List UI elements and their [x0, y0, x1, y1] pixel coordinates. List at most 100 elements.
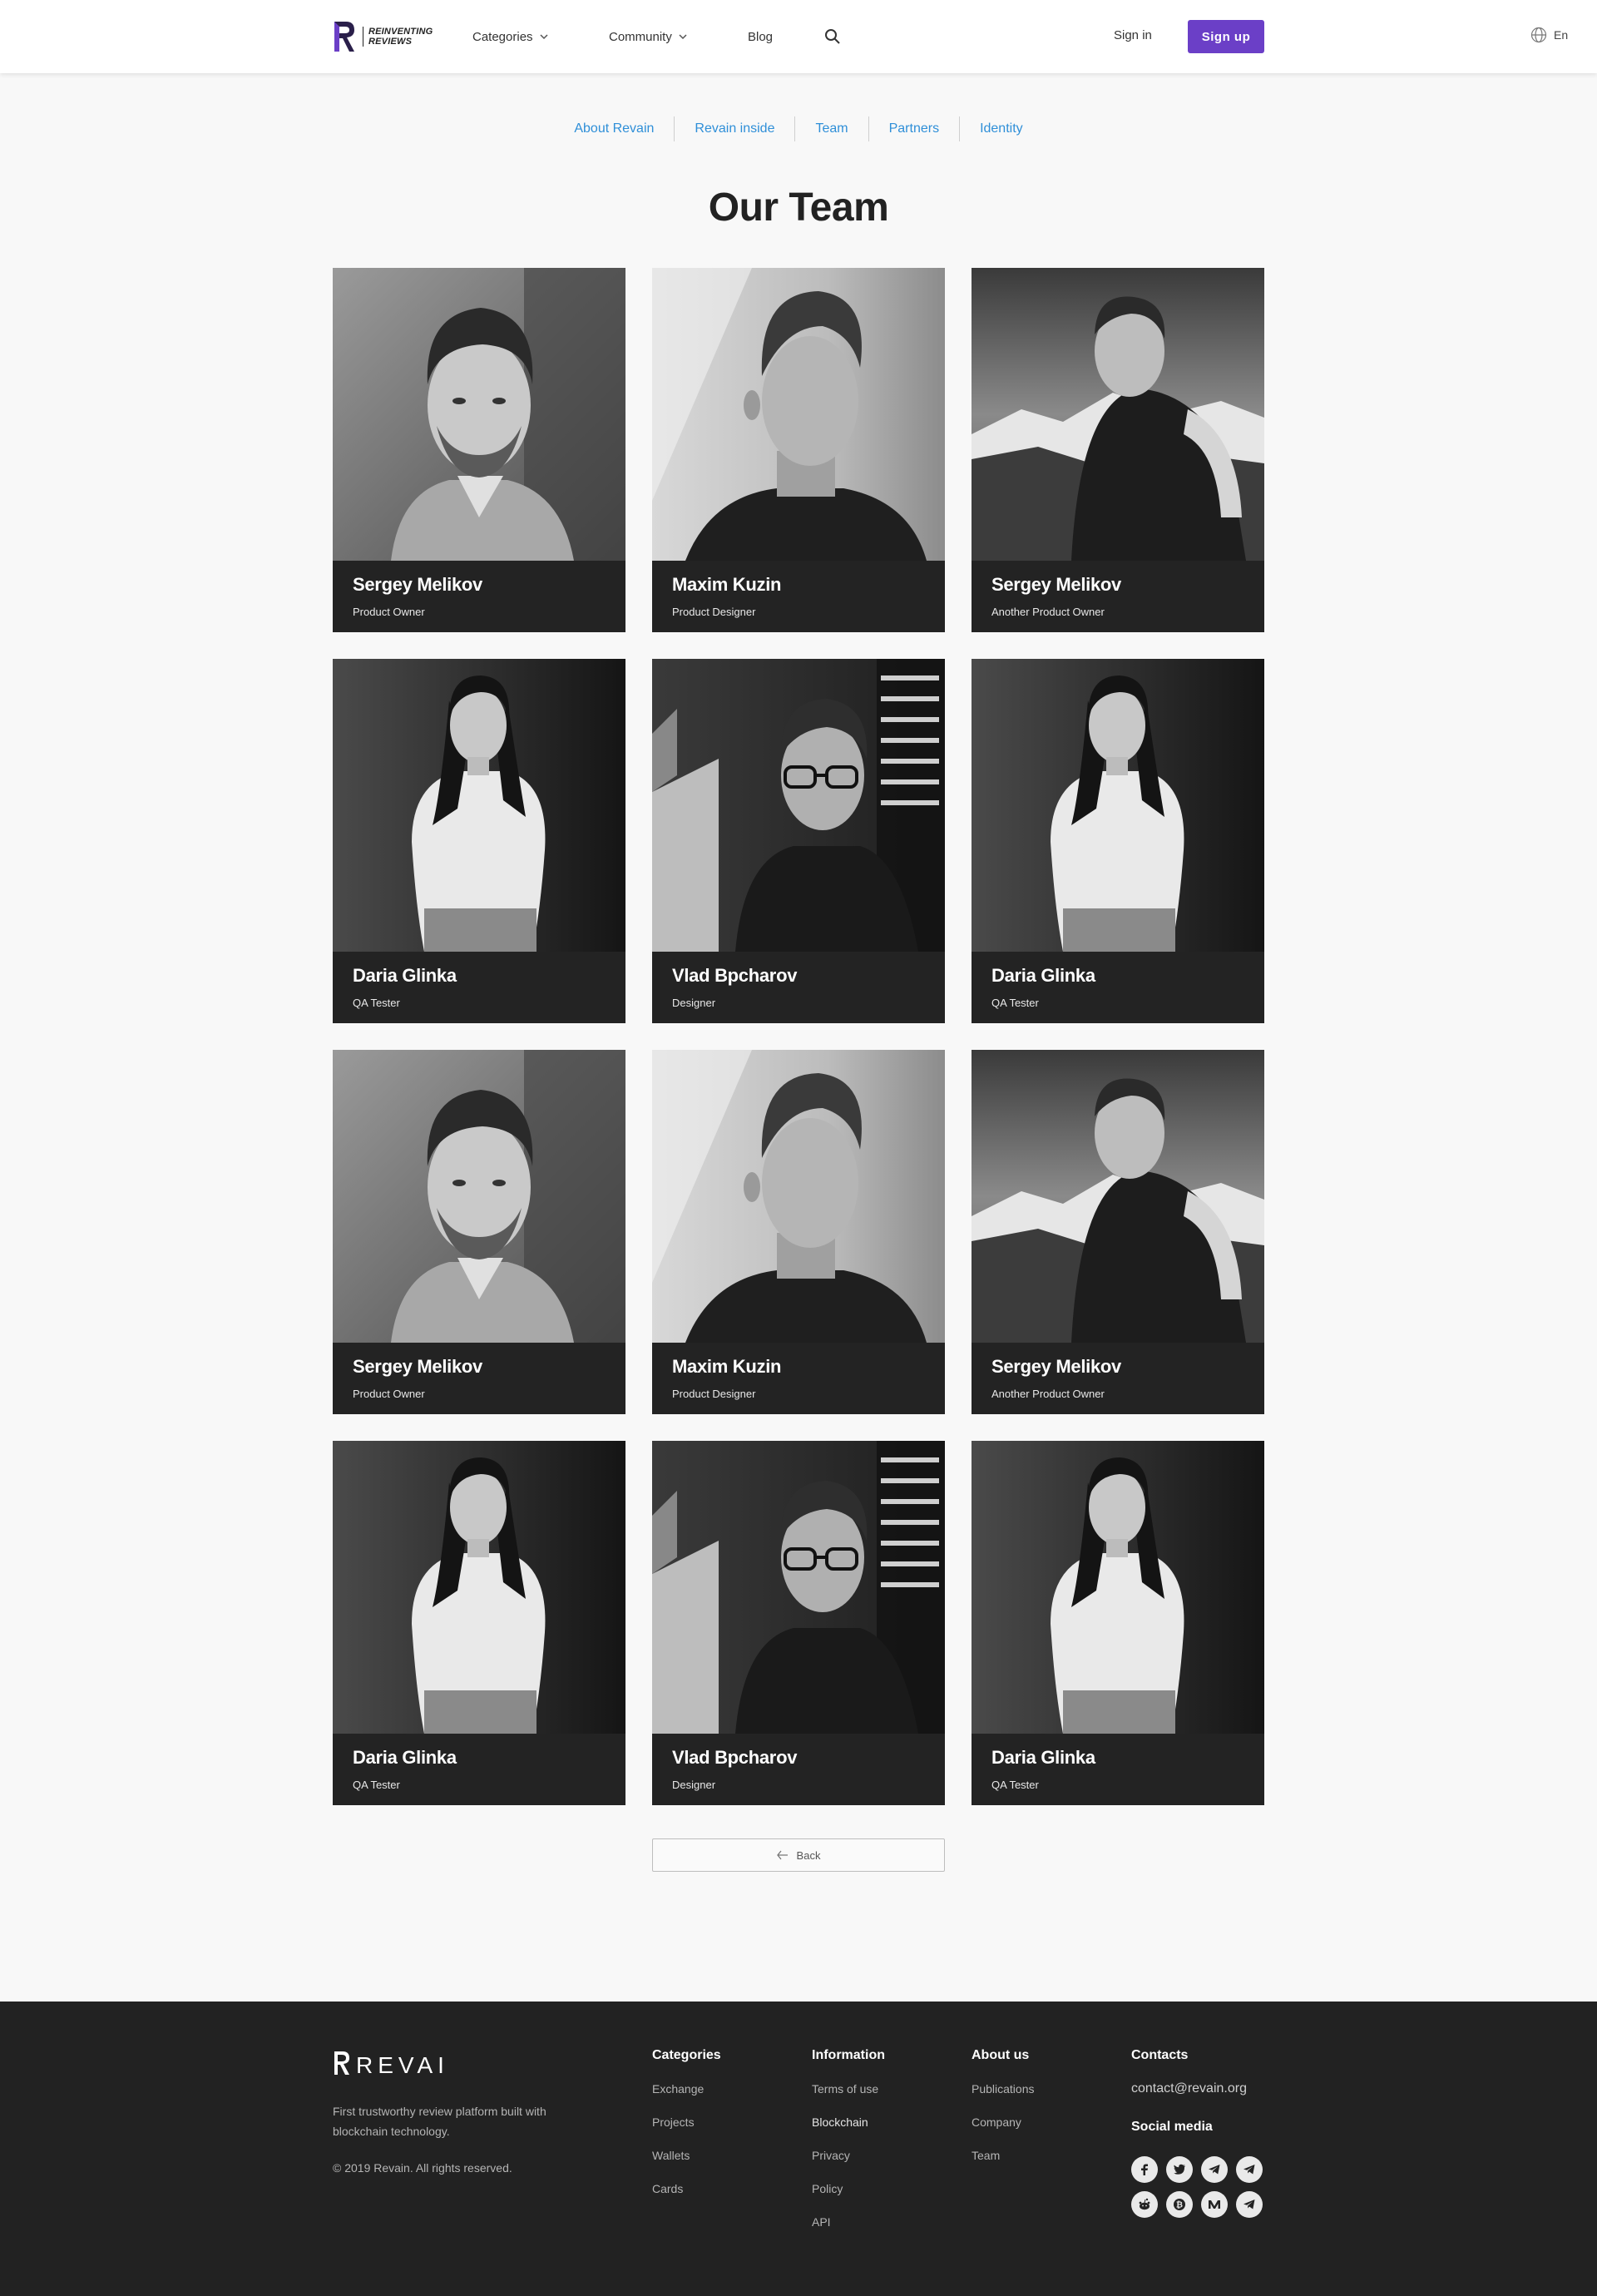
team-member-photo	[652, 659, 945, 952]
nav-blog[interactable]: Blog	[748, 30, 773, 44]
signin-link[interactable]: Sign in	[1114, 28, 1152, 42]
subnav-identity[interactable]: Identity	[959, 116, 1043, 141]
team-grid: Sergey Melikov Product Owner Maxim Kuzin…	[333, 268, 1264, 1805]
team-member-role: QA Tester	[353, 997, 400, 1009]
team-member-photo	[333, 1050, 625, 1343]
team-member-card[interactable]: Sergey Melikov Another Product Owner	[972, 268, 1264, 632]
team-member-info: Sergey Melikov Product Owner	[333, 561, 625, 632]
nav-community-label: Community	[609, 29, 672, 44]
team-member-role: Product Owner	[353, 1388, 425, 1400]
team-member-role: Designer	[672, 997, 716, 1009]
team-member-photo	[652, 268, 945, 561]
team-member-name: Sergey Melikov	[991, 1356, 1121, 1377]
team-member-name: Maxim Kuzin	[672, 1356, 782, 1377]
footer-link-privacy[interactable]: Privacy	[812, 2148, 885, 2181]
team-member-name: Daria Glinka	[991, 1747, 1095, 1768]
footer-link-terms[interactable]: Terms of use	[812, 2081, 885, 2115]
team-member-photo	[333, 268, 625, 561]
nav-categories[interactable]: Categories	[472, 30, 548, 44]
telegram-icon[interactable]	[1236, 2191, 1263, 2218]
telegram-icon[interactable]	[1236, 2156, 1263, 2183]
team-member-card[interactable]: Maxim Kuzin Product Designer	[652, 1050, 945, 1414]
team-member-name: Vlad Bpcharov	[672, 1747, 798, 1768]
team-member-info: Daria Glinka QA Tester	[333, 1734, 625, 1805]
footer-email-link[interactable]: contact@revain.org	[1131, 2081, 1263, 2096]
team-member-name: Maxim Kuzin	[672, 574, 782, 595]
team-member-role: QA Tester	[991, 997, 1039, 1009]
nav-community[interactable]: Community	[609, 30, 687, 44]
facebook-icon[interactable]	[1131, 2156, 1158, 2183]
team-member-info: Sergey Melikov Another Product Owner	[972, 561, 1264, 632]
footer-link-team[interactable]: Team	[972, 2148, 1035, 2181]
footer-link-publications[interactable]: Publications	[972, 2081, 1035, 2115]
footer-link-projects[interactable]: Projects	[652, 2115, 721, 2148]
site-logo[interactable]: REINVENTING REVIEWS	[333, 20, 433, 53]
subnav-revain-inside[interactable]: Revain inside	[674, 116, 794, 141]
footer-link-api[interactable]: API	[812, 2214, 885, 2248]
revain-wordmark: REVAIN	[334, 2051, 466, 2078]
footer-link-cards[interactable]: Cards	[652, 2181, 721, 2214]
footer-social-heading: Social media	[1131, 2120, 1213, 2134]
logo-tagline: REINVENTING REVIEWS	[363, 27, 433, 47]
team-member-card[interactable]: Daria Glinka QA Tester	[972, 659, 1264, 1023]
subnav-partners[interactable]: Partners	[868, 116, 959, 141]
footer-link-exchange[interactable]: Exchange	[652, 2081, 721, 2115]
team-member-card[interactable]: Sergey Melikov Product Owner	[333, 268, 625, 632]
team-member-name: Sergey Melikov	[353, 1356, 482, 1377]
twitter-icon[interactable]	[1166, 2156, 1193, 2183]
team-member-info: Maxim Kuzin Product Designer	[652, 1343, 945, 1414]
team-member-card[interactable]: Vlad Bpcharov Designer	[652, 1441, 945, 1805]
language-label: En	[1554, 28, 1569, 42]
nav-categories-label: Categories	[472, 29, 533, 44]
team-member-photo	[652, 1050, 945, 1343]
back-label: Back	[796, 1848, 821, 1862]
team-member-name: Sergey Melikov	[353, 574, 482, 595]
team-member-info: Daria Glinka QA Tester	[972, 1734, 1264, 1805]
signup-button[interactable]: Sign up	[1188, 20, 1264, 53]
team-member-info: Daria Glinka QA Tester	[972, 952, 1264, 1023]
team-member-card[interactable]: Daria Glinka QA Tester	[972, 1441, 1264, 1805]
team-member-card[interactable]: Daria Glinka QA Tester	[333, 659, 625, 1023]
svg-text:₿: ₿	[1176, 2200, 1183, 2210]
bitcoin-icon[interactable]: ₿	[1166, 2191, 1193, 2218]
team-member-card[interactable]: Sergey Melikov Product Owner	[333, 1050, 625, 1414]
footer-col-information: Information Terms of use Blockchain Priv…	[812, 2048, 885, 2248]
footer-link-blockchain[interactable]: Blockchain	[812, 2115, 885, 2148]
footer-link-wallets[interactable]: Wallets	[652, 2148, 721, 2181]
footer-heading: Information	[812, 2048, 885, 2062]
footer-col-categories: Categories Exchange Projects Wallets Car…	[652, 2048, 721, 2214]
team-member-name: Daria Glinka	[353, 965, 457, 986]
team-member-photo	[972, 1050, 1264, 1343]
team-member-role: Another Product Owner	[991, 1388, 1105, 1400]
footer-heading: About us	[972, 2048, 1030, 2062]
team-member-card[interactable]: Daria Glinka QA Tester	[333, 1441, 625, 1805]
search-icon[interactable]	[823, 27, 842, 46]
team-member-card[interactable]: Maxim Kuzin Product Designer	[652, 268, 945, 632]
footer-col-contacts: Contacts contact@revain.org Social media…	[1131, 2048, 1263, 2218]
globe-icon	[1530, 27, 1547, 43]
telegram-icon[interactable]	[1201, 2156, 1228, 2183]
language-selector[interactable]: En	[1530, 27, 1568, 43]
subnav-team[interactable]: Team	[794, 116, 868, 141]
reddit-icon[interactable]	[1131, 2191, 1158, 2218]
footer-link-policy[interactable]: Policy	[812, 2181, 885, 2214]
team-member-role: QA Tester	[353, 1779, 400, 1791]
team-member-name: Daria Glinka	[991, 965, 1095, 986]
subnav-about-revain[interactable]: About Revain	[554, 116, 674, 141]
footer-copyright: © 2019 Revain. All rights reserved.	[333, 2161, 512, 2175]
team-member-photo	[972, 659, 1264, 952]
medium-icon[interactable]	[1201, 2191, 1228, 2218]
chevron-down-icon	[679, 34, 687, 40]
team-member-name: Vlad Bpcharov	[672, 965, 798, 986]
back-button[interactable]: Back	[652, 1838, 945, 1872]
footer-link-company[interactable]: Company	[972, 2115, 1035, 2148]
team-member-info: Maxim Kuzin Product Designer	[652, 561, 945, 632]
team-member-role: Product Owner	[353, 606, 425, 618]
footer-logo[interactable]: REVAIN	[333, 2050, 466, 2081]
arrow-left-icon	[776, 1850, 788, 1860]
team-member-role: Product Designer	[672, 1388, 756, 1400]
team-member-card[interactable]: Sergey Melikov Another Product Owner	[972, 1050, 1264, 1414]
team-member-card[interactable]: Vlad Bpcharov Designer	[652, 659, 945, 1023]
team-member-info: Vlad Bpcharov Designer	[652, 1734, 945, 1805]
chevron-down-icon	[540, 34, 548, 40]
